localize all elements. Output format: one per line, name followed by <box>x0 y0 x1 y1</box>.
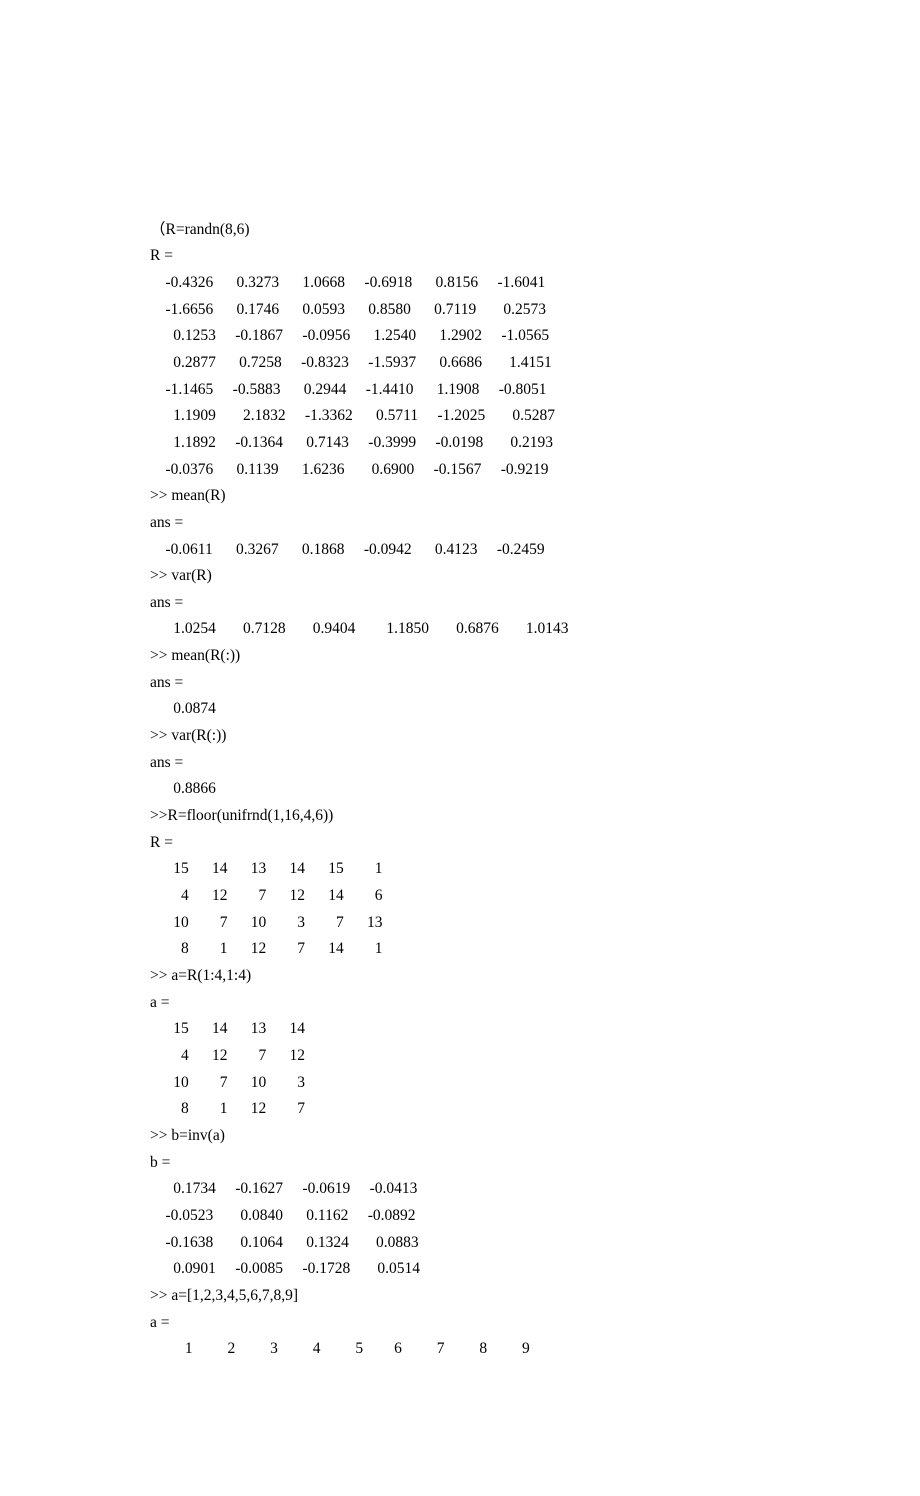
output-line: 0.0901 -0.0085 -0.1728 0.0514 <box>150 1256 920 1283</box>
output-line: 0.1734 -0.1627 -0.0619 -0.0413 <box>150 1176 920 1203</box>
output-line: 4 12 7 12 14 6 <box>150 883 920 910</box>
output-line: 1.1909 2.1832 -1.3362 0.5711 -1.2025 0.5… <box>150 403 920 430</box>
output-line: >> mean(R) <box>150 483 920 510</box>
output-line: -0.4326 0.3273 1.0668 -0.6918 0.8156 -1.… <box>150 270 920 297</box>
output-line: -0.1638 0.1064 0.1324 0.0883 <box>150 1230 920 1257</box>
output-line: >> mean(R(:)) <box>150 643 920 670</box>
output-line: -0.0611 0.3267 0.1868 -0.0942 0.4123 -0.… <box>150 537 920 564</box>
output-line: -0.0376 0.1139 1.6236 0.6900 -0.1567 -0.… <box>150 457 920 484</box>
output-line: 1.0254 0.7128 0.9404 1.1850 0.6876 1.014… <box>150 616 920 643</box>
output-line: 8 1 12 7 <box>150 1096 920 1123</box>
output-line: ans = <box>150 670 920 697</box>
output-line: 10 7 10 3 <box>150 1070 920 1097</box>
output-line: a = <box>150 1310 920 1337</box>
output-line: ans = <box>150 750 920 777</box>
output-line: R = <box>150 243 920 270</box>
output-line: >> var(R) <box>150 563 920 590</box>
output-line: >> a=[1,2,3,4,5,6,7,8,9] <box>150 1283 920 1310</box>
output-line: >> a=R(1:4,1:4) <box>150 963 920 990</box>
output-line: 8 1 12 7 14 1 <box>150 936 920 963</box>
output-line: R = <box>150 830 920 857</box>
output-line: 4 12 7 12 <box>150 1043 920 1070</box>
output-line: a = <box>150 990 920 1017</box>
code-output: （R=randn(8,6)R = -0.4326 0.3273 1.0668 -… <box>150 217 920 1363</box>
output-line: ans = <box>150 590 920 617</box>
output-line: 0.2877 0.7258 -0.8323 -1.5937 0.6686 1.4… <box>150 350 920 377</box>
output-line: -1.1465 -0.5883 0.2944 -1.4410 1.1908 -0… <box>150 377 920 404</box>
output-line: >> b=inv(a) <box>150 1123 920 1150</box>
output-line: 15 14 13 14 <box>150 1016 920 1043</box>
output-line: b = <box>150 1150 920 1177</box>
output-line: （R=randn(8,6) <box>150 217 920 244</box>
output-line: >>R=floor(unifrnd(1,16,4,6)) <box>150 803 920 830</box>
output-line: 0.8866 <box>150 776 920 803</box>
output-line: >> var(R(:)) <box>150 723 920 750</box>
output-line: 1.1892 -0.1364 0.7143 -0.3999 -0.0198 0.… <box>150 430 920 457</box>
output-line: -1.6656 0.1746 0.0593 0.8580 0.7119 0.25… <box>150 297 920 324</box>
output-line: 0.1253 -0.1867 -0.0956 1.2540 1.2902 -1.… <box>150 323 920 350</box>
output-line: -0.0523 0.0840 0.1162 -0.0892 <box>150 1203 920 1230</box>
output-line: 0.0874 <box>150 696 920 723</box>
output-line: 1 2 3 4 5 6 7 8 9 <box>150 1336 920 1363</box>
output-line: 10 7 10 3 7 13 <box>150 910 920 937</box>
output-line: 15 14 13 14 15 1 <box>150 856 920 883</box>
output-line: ans = <box>150 510 920 537</box>
